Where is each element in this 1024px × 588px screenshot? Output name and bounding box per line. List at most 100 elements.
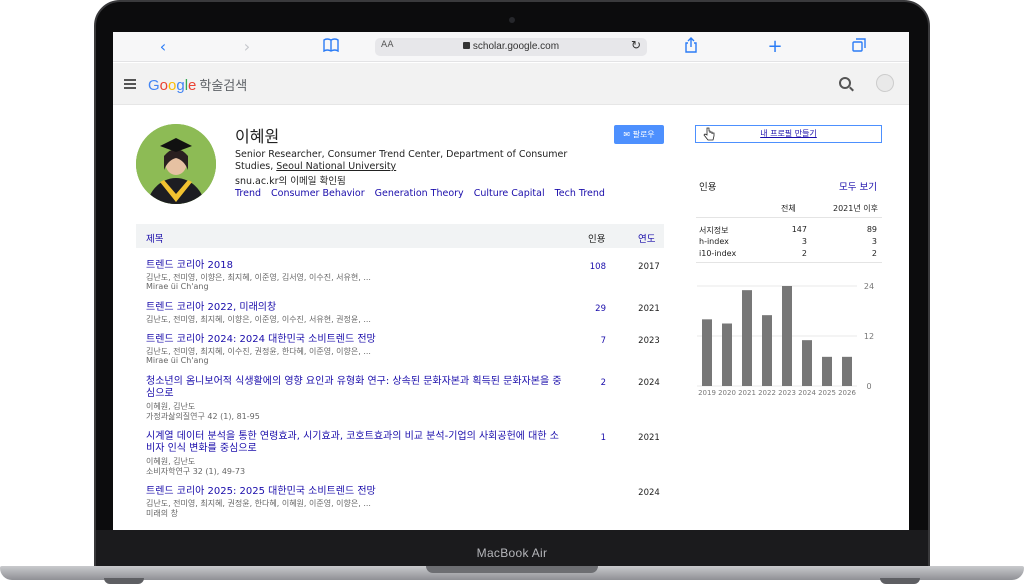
follow-label: 팔로우 — [632, 130, 655, 139]
article-cited[interactable]: 108 — [576, 262, 606, 272]
stats-divider — [696, 217, 882, 218]
article-year: 2024 — [638, 488, 660, 498]
verified-email: snu.ac.kr의 이메일 확인됨 — [235, 176, 346, 187]
citations-chart: 24 12 0 2019 2020 2021 2022 2023 2024 2025 2026 — [697, 282, 874, 397]
article-title[interactable]: 트렌드 코리아 2022, 미래의창 — [146, 302, 566, 314]
stats-divider — [696, 262, 882, 263]
chart-ytick-label: 0 — [866, 382, 871, 391]
macbook-notch — [426, 566, 598, 573]
macbook-foot — [880, 578, 920, 584]
stat-all: 147 — [791, 225, 807, 234]
follow-button[interactable]: ✉ 팔로우 — [614, 125, 664, 144]
chart-ytick-label: 12 — [864, 332, 874, 341]
interest-tag[interactable]: Consumer Behavior — [271, 188, 365, 199]
logo-letter: o — [159, 77, 169, 94]
article-title[interactable]: 시계열 데이터 분석을 통한 연령효과, 시기효과, 코호트효과의 비교 분석-… — [146, 431, 566, 455]
article-cited[interactable]: 7 — [576, 336, 606, 346]
reload-icon[interactable]: ↻ — [631, 38, 641, 52]
article-title[interactable]: 트렌드 코리아 2018 — [146, 260, 566, 272]
stat-since: 89 — [866, 225, 877, 234]
avatar — [136, 124, 216, 204]
mail-icon: ✉ — [623, 130, 633, 139]
make-profile-label: 내 프로필 만들기 — [760, 129, 817, 138]
col-cited[interactable]: 인용 — [588, 231, 605, 245]
article-title[interactable]: 트렌드 코리아 2025: 2025 대한민국 소비트렌드 전망 — [146, 486, 566, 498]
logo-letter: g — [176, 77, 185, 94]
article-title[interactable]: 청소년의 옴니보어적 식생활에의 영향 요인과 유형화 연구: 상속된 문화자본… — [146, 376, 566, 400]
lock-icon — [462, 42, 470, 49]
account-icon[interactable] — [876, 74, 894, 92]
see-all-link[interactable]: 모두 보기 — [839, 179, 877, 193]
stat-since: 3 — [871, 237, 877, 246]
menu-icon[interactable] — [124, 79, 136, 89]
chart-bar[interactable] — [822, 356, 832, 386]
chart-xtick-label: 2020 — [718, 389, 736, 397]
interest-tag[interactable]: Tech Trend — [555, 188, 605, 199]
chart-ytick-label: 24 — [864, 282, 874, 291]
hand-cursor-icon — [703, 127, 715, 141]
interest-tags: Trend Consumer Behavior Generation Theory C… — [235, 188, 615, 199]
new-tab-icon[interactable]: + — [763, 37, 787, 57]
chart-xtick-label: 2025 — [818, 389, 836, 397]
share-icon[interactable] — [679, 37, 703, 58]
article-authors: 김난도, 전미영, 최지혜, 이향은, 이준영, 이수진, 서유현, 권정윤, … — [146, 315, 371, 324]
article-venue: 가정과삶의질연구 42 (1), 81-95 — [146, 412, 260, 421]
chart-bar[interactable] — [802, 340, 812, 386]
tabs-overview-icon[interactable] — [847, 37, 871, 57]
forward-icon[interactable]: › — [235, 37, 259, 57]
stat-label: h-index — [699, 237, 729, 246]
scholar-header: Google 학술검색 — [113, 63, 909, 105]
profile-affiliation: Senior Researcher, Consumer Trend Center… — [235, 149, 595, 173]
macbook-foot — [104, 578, 144, 584]
article-cited[interactable]: 29 — [576, 304, 606, 314]
col-year[interactable]: 연도 — [638, 231, 655, 245]
article-title[interactable]: 트렌드 코리아 2024: 2024 대한민국 소비트렌드 전망 — [146, 334, 566, 346]
stat-label: 서지정보 — [699, 226, 729, 235]
article-venue: 미래의 창 — [146, 509, 178, 518]
logo-letter: e — [188, 77, 197, 94]
interest-tag[interactable]: Culture Capital — [474, 188, 545, 199]
article-venue: Mirae üi Ch'ang — [146, 282, 209, 291]
stats-col-all: 전체 — [781, 204, 796, 213]
stat-since: 2 — [871, 249, 877, 258]
article-year: 2017 — [638, 262, 660, 272]
chart-xtick-label: 2022 — [758, 389, 776, 397]
make-profile-button[interactable]: 내 프로필 만들기 — [695, 125, 882, 143]
scholar-logo[interactable]: Google 학술검색 — [148, 75, 247, 94]
article-year: 2024 — [638, 378, 660, 388]
interest-tag[interactable]: Trend — [235, 188, 261, 199]
browser-screen: ‹ › AA scholar.google.com ↻ + Google 학술검색 — [113, 32, 909, 530]
article-venue: 소비자학연구 32 (1), 49-73 — [146, 467, 246, 476]
chart-xtick-label: 2021 — [738, 389, 756, 397]
stat-label: i10-index — [699, 249, 737, 258]
article-authors: 김난도, 전미영, 최지혜, 권정윤, 한다혜, 이혜원, 이준영, 이향은, … — [146, 499, 371, 508]
chart-bar[interactable] — [742, 290, 752, 386]
article-venue: Mirae üi Ch'ang — [146, 356, 209, 365]
logo-suffix: 학술검색 — [199, 78, 248, 93]
interest-tag[interactable]: Generation Theory — [375, 188, 464, 199]
url-value: scholar.google.com — [472, 41, 560, 52]
chart-bar[interactable] — [762, 315, 772, 386]
stat-all: 2 — [801, 249, 807, 258]
stat-all: 3 — [801, 237, 807, 246]
article-cited[interactable]: 1 — [576, 433, 606, 443]
chart-bar[interactable] — [722, 323, 732, 387]
chart-bar[interactable] — [702, 319, 712, 386]
address-bar[interactable]: AA scholar.google.com ↻ — [375, 38, 647, 56]
chart-xtick-label: 2024 — [798, 389, 816, 397]
affiliation-link[interactable]: Seoul National University — [276, 161, 396, 172]
search-icon[interactable] — [839, 77, 851, 89]
col-title[interactable]: 제목 — [146, 231, 163, 245]
device-label: MacBook Air — [476, 546, 548, 560]
url-text: scholar.google.com — [375, 41, 647, 52]
articles-table-header: 제목 인용 연도 — [136, 224, 664, 248]
chart-xtick-label: 2026 — [838, 389, 856, 397]
bookmarks-icon[interactable] — [319, 37, 343, 57]
chart-bar[interactable] — [782, 286, 792, 386]
stats-col-since: 2021년 이후 — [833, 204, 878, 213]
article-cited[interactable]: 2 — [576, 378, 606, 388]
back-icon[interactable]: ‹ — [151, 37, 175, 57]
camera-icon — [509, 17, 515, 23]
safari-toolbar: ‹ › AA scholar.google.com ↻ + — [113, 32, 909, 62]
chart-bar[interactable] — [842, 356, 852, 386]
